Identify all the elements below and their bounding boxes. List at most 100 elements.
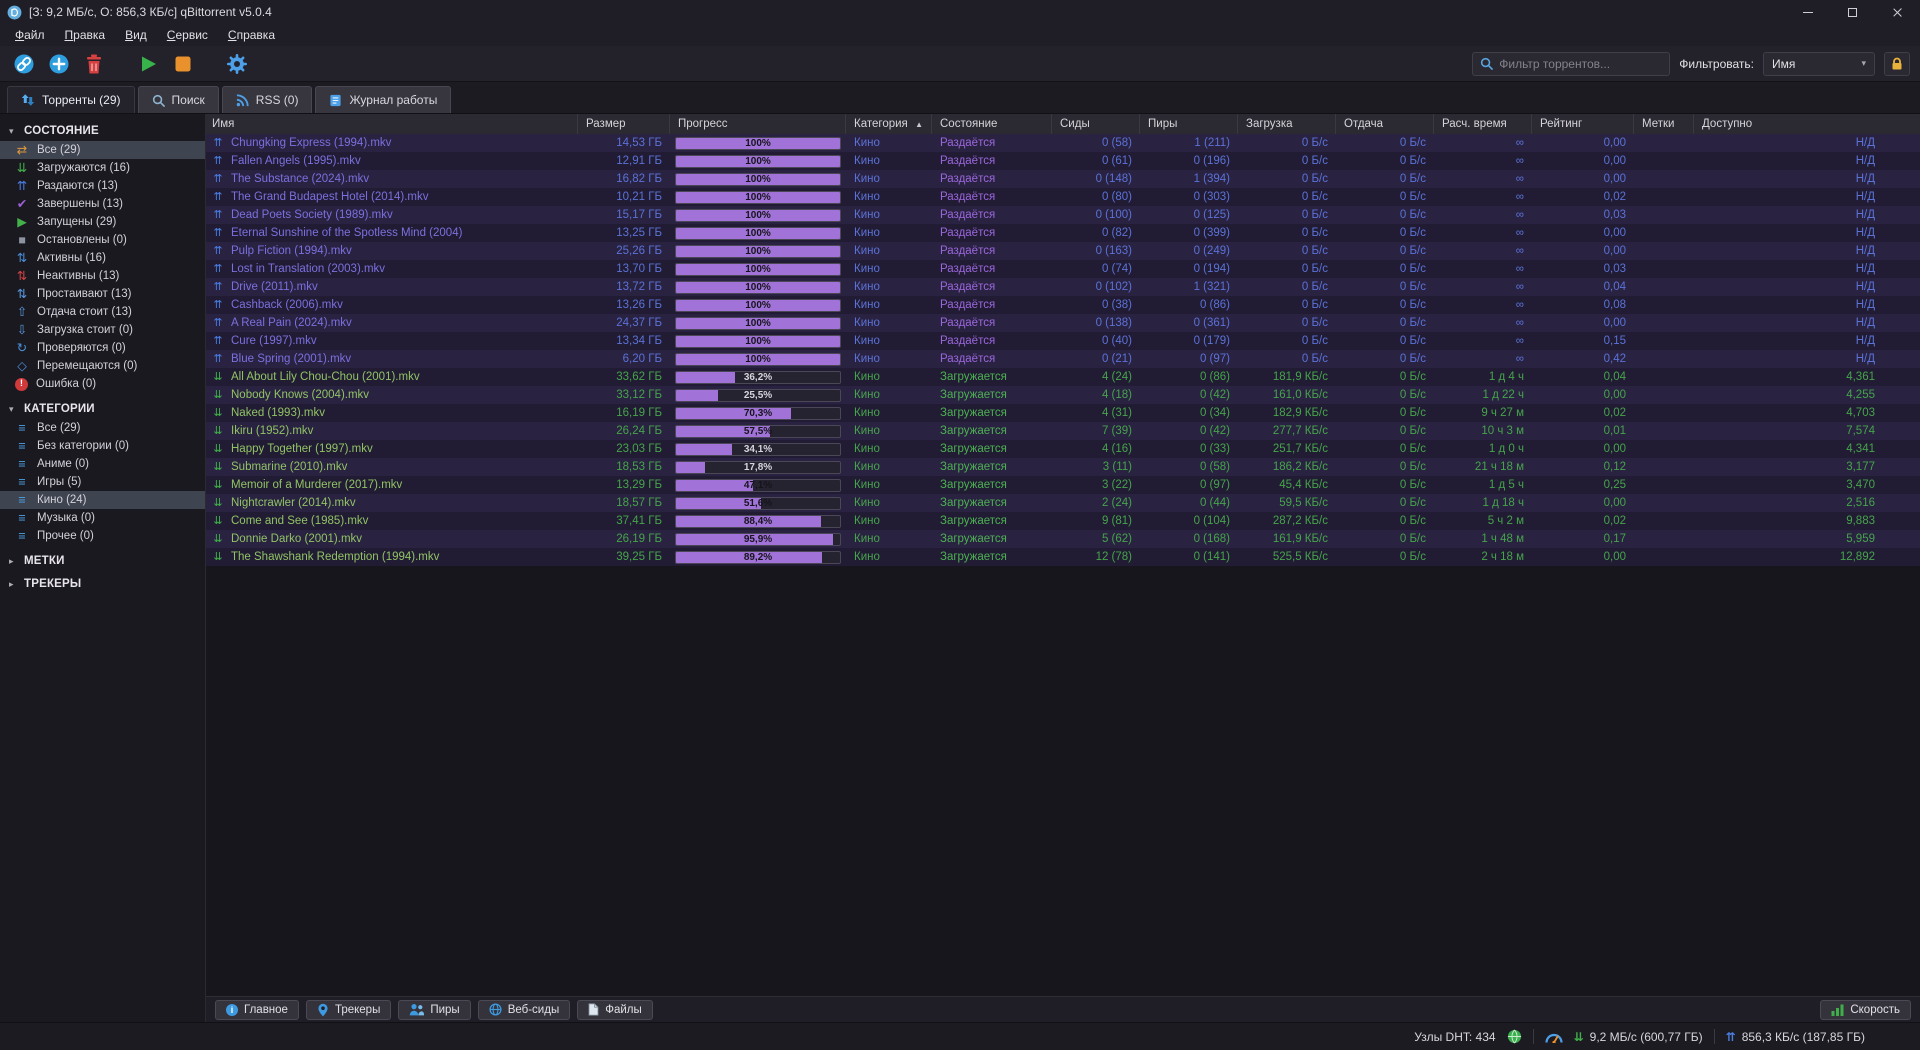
tab-webseeds[interactable]: Веб-сиды <box>477 999 571 1020</box>
start-torrent-button[interactable] <box>134 50 162 78</box>
delete-torrent-button[interactable] <box>80 50 108 78</box>
column-header[interactable]: Сиды <box>1052 114 1140 134</box>
eta-cell: 21 ч 18 м <box>1474 461 1524 473</box>
add-torrent-link-button[interactable] <box>10 50 38 78</box>
table-row[interactable]: Lost in Translation (2003).mkv 13,70 ГБ … <box>206 260 1920 278</box>
status-filter-item[interactable]: ⇅ Неактивны (13) <box>0 267 205 285</box>
category-filter-item[interactable]: ≡ Музыка (0) <box>0 509 205 527</box>
status-filter-item[interactable]: ⇅ Простаивают (13) <box>0 285 205 303</box>
column-header[interactable]: Метки <box>1634 114 1694 134</box>
status-filter-item[interactable]: ⇩ Загрузка стоит (0) <box>0 321 205 339</box>
category-cell: Кино <box>854 155 880 167</box>
category-filter-item[interactable]: ≡ Кино (24) <box>0 491 205 509</box>
status-filter-item[interactable]: ✔ Завершены (13) <box>0 195 205 213</box>
status-filter-item[interactable]: ! Ошибка (0) <box>0 375 205 393</box>
category-filter-item[interactable]: ≡ Аниме (0) <box>0 455 205 473</box>
category-filter-item[interactable]: ≡ Без категории (0) <box>0 437 205 455</box>
table-row[interactable]: Nobody Knows (2004).mkv 33,12 ГБ 25,5% К… <box>206 386 1920 404</box>
column-header[interactable]: Загрузка <box>1238 114 1336 134</box>
status-filter-item[interactable]: ⇊ Загружаются (16) <box>0 159 205 177</box>
category-filter-item[interactable]: ≡ Игры (5) <box>0 473 205 491</box>
tab-files[interactable]: Файлы <box>577 999 653 1020</box>
status-filter-item[interactable]: ⇧ Отдача стоит (13) <box>0 303 205 321</box>
menu-tools[interactable]: Сервис <box>157 26 218 44</box>
stop-torrent-button[interactable] <box>169 50 197 78</box>
table-row[interactable]: All About Lily Chou-Chou (2001).mkv 33,6… <box>206 368 1920 386</box>
tab-label: Пиры <box>430 1003 460 1016</box>
alt-speed-limits-icon[interactable] <box>1544 1030 1563 1043</box>
table-row[interactable]: Fallen Angels (1995).mkv 12,91 ГБ 100% К… <box>206 152 1920 170</box>
tab-execution-log[interactable]: Журнал работы <box>315 86 452 113</box>
download-speed-status[interactable]: ⇊ 9,2 МБ/с (600,77 ГБ) <box>1574 1030 1703 1044</box>
table-row[interactable]: Come and See (1985).mkv 37,41 ГБ 88,4% К… <box>206 512 1920 530</box>
category-filter-item[interactable]: ≡ Все (29) <box>0 419 205 437</box>
name-cell: Memoir of a Murderer (2017).mkv <box>206 479 578 491</box>
column-header[interactable]: Состояние <box>932 114 1052 134</box>
column-header[interactable]: Прогресс <box>670 114 846 134</box>
tab-rss[interactable]: RSS (0) <box>221 86 313 113</box>
tab-transfers[interactable]: Торренты (29) <box>7 86 135 113</box>
table-row[interactable]: The Grand Budapest Hotel (2014).mkv 10,2… <box>206 188 1920 206</box>
category-filter-item[interactable]: ≡ Прочее (0) <box>0 527 205 545</box>
status-filter-item[interactable]: ⇈ Раздаются (13) <box>0 177 205 195</box>
categories-section-header[interactable]: ▾ КАТЕГОРИИ <box>0 399 205 419</box>
status-section-header[interactable]: ▾ СОСТОЯНИЕ <box>0 121 205 141</box>
tab-peers[interactable]: Пиры <box>398 999 471 1020</box>
status-filter-item[interactable]: ◇ Перемещаются (0) <box>0 357 205 375</box>
column-header[interactable]: Отдача <box>1336 114 1434 134</box>
menu-view[interactable]: Вид <box>115 26 157 44</box>
status-filter-item[interactable]: ⇄ Все (29) <box>0 141 205 159</box>
upload-speed-cell: 0 Б/с <box>1399 533 1426 545</box>
column-header[interactable]: Рейтинг <box>1532 114 1634 134</box>
table-row[interactable]: Cashback (2006).mkv 13,26 ГБ 100% Кино Р… <box>206 296 1920 314</box>
upload-speed-status[interactable]: ⇈ 856,3 КБ/с (187,85 ГБ) <box>1726 1030 1865 1044</box>
maximize-button[interactable] <box>1830 0 1875 24</box>
table-row[interactable]: Blue Spring (2001).mkv 6,20 ГБ 100% Кино… <box>206 350 1920 368</box>
torrent-filter-field[interactable] <box>1472 51 1671 76</box>
table-row[interactable]: Eternal Sunshine of the Spotless Mind (2… <box>206 224 1920 242</box>
menu-file[interactable]: Файл <box>5 26 55 44</box>
tab-search[interactable]: Поиск <box>137 86 219 113</box>
trackers-section-header[interactable]: ▸ ТРЕКЕРЫ <box>0 574 205 594</box>
table-row[interactable]: Nightcrawler (2014).mkv 18,57 ГБ 51,6% К… <box>206 494 1920 512</box>
table-row[interactable]: A Real Pain (2024).mkv 24,37 ГБ 100% Кин… <box>206 314 1920 332</box>
table-row[interactable]: Pulp Fiction (1994).mkv 25,26 ГБ 100% Ки… <box>206 242 1920 260</box>
close-button[interactable] <box>1875 0 1920 24</box>
column-header[interactable]: Имя <box>206 114 578 134</box>
column-header[interactable]: Категория ▲ <box>846 114 932 134</box>
tab-trackers[interactable]: Трекеры <box>305 999 392 1020</box>
status-filter-item[interactable]: ↻ Проверяются (0) <box>0 339 205 357</box>
filter-by-select[interactable]: Имя ▾ <box>1763 51 1875 76</box>
options-button[interactable] <box>223 50 251 78</box>
column-header[interactable]: Пиры <box>1140 114 1238 134</box>
column-header[interactable]: Расч. время <box>1434 114 1532 134</box>
menu-edit[interactable]: Правка <box>55 26 116 44</box>
table-row[interactable]: Ikiru (1952).mkv 26,24 ГБ 57,5% Кино Заг… <box>206 422 1920 440</box>
status-filter-item[interactable]: ▶ Запущены (29) <box>0 213 205 231</box>
table-row[interactable]: The Substance (2024).mkv 16,82 ГБ 100% К… <box>206 170 1920 188</box>
status-filter-item[interactable]: ■ Остановлены (0) <box>0 231 205 249</box>
status-filter-item[interactable]: ⇅ Активны (16) <box>0 249 205 267</box>
category-icon: ≡ <box>18 528 26 543</box>
table-row[interactable]: Submarine (2010).mkv 18,53 ГБ 17,8% Кино… <box>206 458 1920 476</box>
table-row[interactable]: Chungking Express (1994).mkv 14,53 ГБ 10… <box>206 134 1920 152</box>
tags-section-header[interactable]: ▸ МЕТКИ <box>0 551 205 571</box>
table-row[interactable]: The Shawshank Redemption (1994).mkv 39,2… <box>206 548 1920 566</box>
add-torrent-file-button[interactable] <box>45 50 73 78</box>
table-row[interactable]: Memoir of a Murderer (2017).mkv 13,29 ГБ… <box>206 476 1920 494</box>
gear-icon <box>227 53 247 74</box>
table-row[interactable]: Cure (1997).mkv 13,34 ГБ 100% Кино Разда… <box>206 332 1920 350</box>
lock-ui-button[interactable] <box>1884 51 1910 76</box>
tab-general[interactable]: i Главное <box>215 999 299 1020</box>
speed-widget-button[interactable]: Скорость <box>1820 999 1911 1020</box>
table-row[interactable]: Dead Poets Society (1989).mkv 15,17 ГБ 1… <box>206 206 1920 224</box>
column-header[interactable]: Доступно <box>1694 114 1920 134</box>
menu-help[interactable]: Справка <box>218 26 285 44</box>
minimize-button[interactable] <box>1785 0 1830 24</box>
table-row[interactable]: Donnie Darko (2001).mkv 26,19 ГБ 95,9% К… <box>206 530 1920 548</box>
table-row[interactable]: Naked (1993).mkv 16,19 ГБ 70,3% Кино Заг… <box>206 404 1920 422</box>
table-row[interactable]: Drive (2011).mkv 13,72 ГБ 100% Кино Разд… <box>206 278 1920 296</box>
torrent-filter-input[interactable] <box>1499 56 1663 71</box>
column-header[interactable]: Размер <box>578 114 670 134</box>
table-row[interactable]: Happy Together (1997).mkv 23,03 ГБ 34,1%… <box>206 440 1920 458</box>
